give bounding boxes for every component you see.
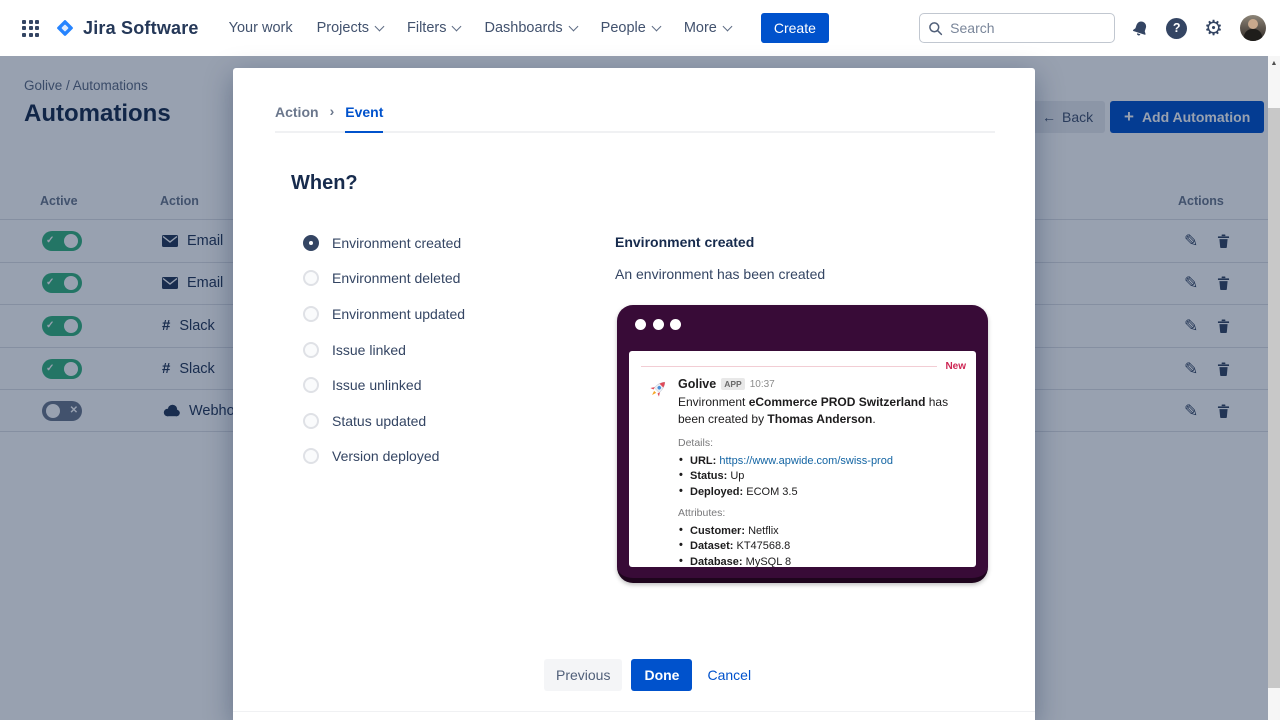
detail-item: Deployed ECOM 3.5 — [678, 486, 964, 498]
modal-steps: Action › Event — [275, 104, 995, 133]
details-list: URL https://www.apwide.com/swiss-prod St… — [678, 455, 964, 498]
scrollbar-thumb[interactable] — [1268, 108, 1280, 688]
help-icon[interactable]: ? — [1166, 18, 1187, 39]
option-environment-updated[interactable]: Environment updated — [303, 296, 465, 332]
search-icon — [928, 21, 943, 36]
details-label: Details: — [678, 437, 964, 449]
rocket-icon — [645, 377, 670, 402]
search-input[interactable] — [950, 20, 1106, 36]
radio-icon[interactable] — [303, 270, 319, 286]
option-issue-unlinked[interactable]: Issue unlinked — [303, 367, 465, 403]
option-environment-created[interactable]: Environment created — [303, 225, 465, 261]
slack-app-name: Golive — [678, 377, 716, 391]
slack-app-badge: APP — [721, 378, 744, 390]
window-traffic-dots — [635, 319, 681, 330]
nav-item-projects[interactable]: Projects — [317, 20, 383, 36]
environment-url-link[interactable]: https://www.apwide.com/swiss-prod — [719, 455, 893, 467]
option-issue-linked[interactable]: Issue linked — [303, 332, 465, 368]
app-switcher-icon[interactable] — [22, 20, 39, 37]
option-environment-deleted[interactable]: Environment deleted — [303, 261, 465, 297]
slack-message-text: Environment eCommerce PROD Switzerland h… — [678, 394, 964, 428]
scrollbar[interactable]: ▲ — [1268, 56, 1280, 720]
slack-message-card: New Go — [629, 351, 976, 567]
new-messages-divider: New — [641, 361, 966, 372]
radio-icon[interactable] — [303, 413, 319, 429]
step-event-active[interactable]: Event — [345, 104, 383, 133]
nav-item-dashboards[interactable]: Dashboards — [484, 20, 576, 36]
slack-timestamp: 10:37 — [750, 379, 775, 390]
attribute-item: Customer Netflix — [678, 525, 964, 537]
radio-icon[interactable] — [303, 342, 319, 358]
slack-message: Golive APP 10:37 Environment eCommerce P… — [645, 377, 964, 567]
chevron-right-icon: › — [330, 103, 335, 119]
done-button[interactable]: Done — [631, 659, 692, 691]
nav-item-people[interactable]: People — [601, 20, 660, 36]
slack-preview-window: New Go — [617, 305, 988, 583]
detail-item: URL https://www.apwide.com/swiss-prod — [678, 455, 964, 467]
attribute-item: Database MySQL 8 — [678, 556, 964, 567]
top-nav: Jira Software Your work Projects Filters… — [0, 0, 1280, 56]
jira-logo[interactable]: Jira Software — [54, 17, 199, 39]
event-modal: Action › Event When? Environment created… — [233, 68, 1035, 720]
nav-item-more[interactable]: More — [684, 20, 731, 36]
radio-icon[interactable] — [303, 448, 319, 464]
detail-item: Status Up — [678, 470, 964, 482]
attributes-list: Customer Netflix Dataset KT47568.8 Datab… — [678, 525, 964, 567]
step-action[interactable]: Action — [275, 104, 319, 131]
jira-diamond-icon — [54, 17, 76, 39]
create-button[interactable]: Create — [761, 13, 829, 43]
nav-right: ? ⚙ — [919, 13, 1266, 43]
radio-icon[interactable] — [303, 306, 319, 322]
search-box[interactable] — [919, 13, 1115, 43]
event-detail-title: Environment created — [615, 234, 995, 250]
screen: Jira Software Your work Projects Filters… — [0, 0, 1280, 720]
radio-selected-icon[interactable] — [303, 235, 319, 251]
modal-heading: When? — [291, 172, 358, 195]
logo-text: Jira Software — [83, 18, 199, 39]
cancel-button[interactable]: Cancel — [701, 667, 757, 683]
option-version-deployed[interactable]: Version deployed — [303, 439, 465, 475]
attributes-label: Attributes: — [678, 507, 964, 519]
attribute-item: Dataset KT47568.8 — [678, 540, 964, 552]
event-detail-description: An environment has been created — [615, 266, 995, 282]
nav-item-filters[interactable]: Filters — [407, 20, 460, 36]
modal-footer-divider — [233, 711, 1035, 712]
modal-footer: Previous Done Cancel — [544, 659, 757, 691]
notifications-bell-icon[interactable] — [1132, 20, 1149, 37]
option-status-updated[interactable]: Status updated — [303, 403, 465, 439]
new-label: New — [945, 361, 966, 372]
radio-icon[interactable] — [303, 377, 319, 393]
scroll-up-icon[interactable]: ▲ — [1268, 56, 1280, 70]
nav-item-your-work[interactable]: Your work — [229, 20, 293, 36]
previous-button[interactable]: Previous — [544, 659, 622, 691]
event-detail: Environment created An environment has b… — [615, 234, 995, 282]
event-options: Environment created Environment deleted … — [303, 225, 465, 474]
settings-gear-icon[interactable]: ⚙ — [1204, 18, 1223, 39]
user-avatar[interactable] — [1240, 15, 1266, 41]
